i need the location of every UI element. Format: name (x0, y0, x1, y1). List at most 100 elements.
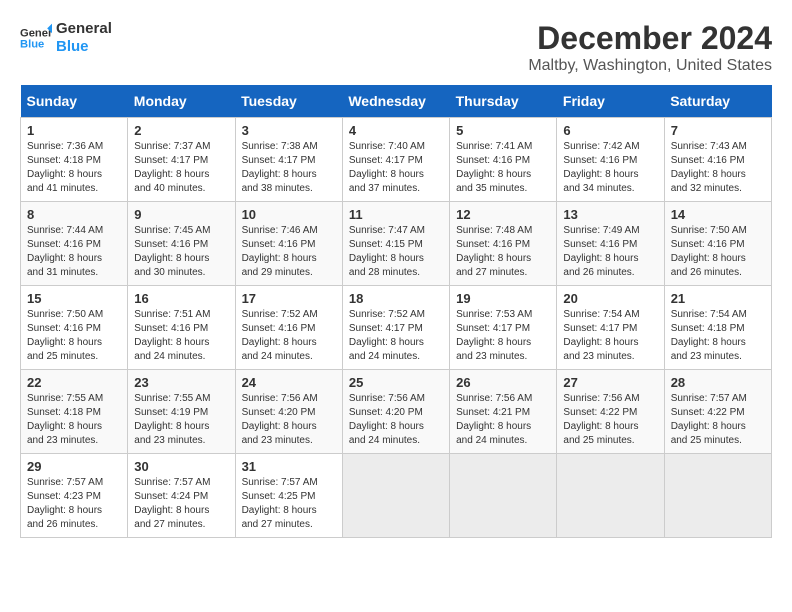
logo-icon: General Blue (20, 22, 52, 54)
day-info: Sunrise: 7:56 AM Sunset: 4:20 PM Dayligh… (349, 392, 443, 448)
day-info: Sunrise: 7:50 AM Sunset: 4:16 PM Dayligh… (671, 224, 765, 280)
calendar-cell (664, 454, 771, 538)
calendar-cell: 7 Sunrise: 7:43 AM Sunset: 4:16 PM Daylig… (664, 118, 771, 202)
weekday-header-sunday: Sunday (21, 85, 128, 118)
day-number: 15 (27, 291, 121, 306)
day-info: Sunrise: 7:57 AM Sunset: 4:22 PM Dayligh… (671, 392, 765, 448)
day-info: Sunrise: 7:54 AM Sunset: 4:18 PM Dayligh… (671, 308, 765, 364)
day-info: Sunrise: 7:50 AM Sunset: 4:16 PM Dayligh… (27, 308, 121, 364)
day-info: Sunrise: 7:55 AM Sunset: 4:19 PM Dayligh… (134, 392, 228, 448)
logo: General Blue General Blue (20, 20, 112, 56)
calendar-cell: 20 Sunrise: 7:54 AM Sunset: 4:17 PM Dayli… (557, 286, 664, 370)
day-number: 13 (563, 207, 657, 222)
day-number: 12 (456, 207, 550, 222)
calendar-cell: 19 Sunrise: 7:53 AM Sunset: 4:17 PM Dayli… (450, 286, 557, 370)
calendar-cell: 10 Sunrise: 7:46 AM Sunset: 4:16 PM Dayli… (235, 202, 342, 286)
day-number: 26 (456, 375, 550, 390)
calendar-table: SundayMondayTuesdayWednesdayThursdayFrid… (20, 85, 772, 538)
page-subtitle: Maltby, Washington, United States (528, 57, 772, 75)
weekday-header-tuesday: Tuesday (235, 85, 342, 118)
weekday-header-thursday: Thursday (450, 85, 557, 118)
day-info: Sunrise: 7:41 AM Sunset: 4:16 PM Dayligh… (456, 140, 550, 196)
calendar-cell: 8Sunrise: 7:44 AM Sunset: 4:16 PM Daylig… (21, 202, 128, 286)
day-info: Sunrise: 7:54 AM Sunset: 4:17 PM Dayligh… (563, 308, 657, 364)
day-info: Sunrise: 7:38 AM Sunset: 4:17 PM Dayligh… (242, 140, 336, 196)
day-number: 7 (671, 123, 765, 138)
day-info: Sunrise: 7:57 AM Sunset: 4:24 PM Dayligh… (134, 476, 228, 532)
day-number: 27 (563, 375, 657, 390)
day-info: Sunrise: 7:46 AM Sunset: 4:16 PM Dayligh… (242, 224, 336, 280)
title-area: December 2024 Maltby, Washington, United… (528, 20, 772, 75)
day-number: 10 (242, 207, 336, 222)
logo-blue: Blue (56, 38, 112, 56)
svg-text:Blue: Blue (20, 39, 44, 51)
day-info: Sunrise: 7:45 AM Sunset: 4:16 PM Dayligh… (134, 224, 228, 280)
calendar-week-2: 8Sunrise: 7:44 AM Sunset: 4:16 PM Daylig… (21, 202, 772, 286)
calendar-cell: 30 Sunrise: 7:57 AM Sunset: 4:24 PM Dayli… (128, 454, 235, 538)
day-number: 25 (349, 375, 443, 390)
day-info: Sunrise: 7:47 AM Sunset: 4:15 PM Dayligh… (349, 224, 443, 280)
calendar-cell: 14 Sunrise: 7:50 AM Sunset: 4:16 PM Dayli… (664, 202, 771, 286)
calendar-cell: 13Sunrise: 7:49 AM Sunset: 4:16 PM Dayli… (557, 202, 664, 286)
calendar-cell: 4Sunrise: 7:40 AM Sunset: 4:17 PM Daylig… (342, 118, 449, 202)
day-number: 6 (563, 123, 657, 138)
calendar-cell: 11 Sunrise: 7:47 AM Sunset: 4:15 PM Dayli… (342, 202, 449, 286)
day-number: 18 (349, 291, 443, 306)
calendar-cell: 27 Sunrise: 7:56 AM Sunset: 4:22 PM Dayli… (557, 370, 664, 454)
calendar-cell (342, 454, 449, 538)
day-info: Sunrise: 7:56 AM Sunset: 4:22 PM Dayligh… (563, 392, 657, 448)
calendar-cell (450, 454, 557, 538)
day-info: Sunrise: 7:36 AM Sunset: 4:18 PM Dayligh… (27, 140, 121, 196)
calendar-cell: 26 Sunrise: 7:56 AM Sunset: 4:21 PM Dayli… (450, 370, 557, 454)
day-number: 2 (134, 123, 228, 138)
day-info: Sunrise: 7:37 AM Sunset: 4:17 PM Dayligh… (134, 140, 228, 196)
day-number: 20 (563, 291, 657, 306)
calendar-cell: 31Sunrise: 7:57 AM Sunset: 4:25 PM Dayli… (235, 454, 342, 538)
calendar-cell: 3Sunrise: 7:38 AM Sunset: 4:17 PM Daylig… (235, 118, 342, 202)
day-number: 28 (671, 375, 765, 390)
calendar-cell: 12Sunrise: 7:48 AM Sunset: 4:16 PM Dayli… (450, 202, 557, 286)
calendar-week-1: 1 Sunrise: 7:36 AM Sunset: 4:18 PM Daylig… (21, 118, 772, 202)
calendar-cell: 15 Sunrise: 7:50 AM Sunset: 4:16 PM Dayli… (21, 286, 128, 370)
day-info: Sunrise: 7:55 AM Sunset: 4:18 PM Dayligh… (27, 392, 121, 448)
day-info: Sunrise: 7:56 AM Sunset: 4:21 PM Dayligh… (456, 392, 550, 448)
day-number: 16 (134, 291, 228, 306)
calendar-cell: 18Sunrise: 7:52 AM Sunset: 4:17 PM Dayli… (342, 286, 449, 370)
weekday-header-wednesday: Wednesday (342, 85, 449, 118)
day-number: 1 (27, 123, 121, 138)
logo-general: General (56, 20, 112, 38)
calendar-body: 1 Sunrise: 7:36 AM Sunset: 4:18 PM Daylig… (21, 118, 772, 538)
day-number: 24 (242, 375, 336, 390)
day-info: Sunrise: 7:56 AM Sunset: 4:20 PM Dayligh… (242, 392, 336, 448)
svg-text:General: General (20, 27, 52, 39)
calendar-cell: 1 Sunrise: 7:36 AM Sunset: 4:18 PM Daylig… (21, 118, 128, 202)
day-number: 30 (134, 459, 228, 474)
day-info: Sunrise: 7:42 AM Sunset: 4:16 PM Dayligh… (563, 140, 657, 196)
weekday-header-saturday: Saturday (664, 85, 771, 118)
day-number: 11 (349, 207, 443, 222)
calendar-cell (557, 454, 664, 538)
day-number: 9 (134, 207, 228, 222)
calendar-cell: 21Sunrise: 7:54 AM Sunset: 4:18 PM Dayli… (664, 286, 771, 370)
day-info: Sunrise: 7:51 AM Sunset: 4:16 PM Dayligh… (134, 308, 228, 364)
day-number: 8 (27, 207, 121, 222)
day-info: Sunrise: 7:57 AM Sunset: 4:23 PM Dayligh… (27, 476, 121, 532)
calendar-cell: 9 Sunrise: 7:45 AM Sunset: 4:16 PM Daylig… (128, 202, 235, 286)
calendar-cell: 25 Sunrise: 7:56 AM Sunset: 4:20 PM Dayli… (342, 370, 449, 454)
day-info: Sunrise: 7:43 AM Sunset: 4:16 PM Dayligh… (671, 140, 765, 196)
day-number: 4 (349, 123, 443, 138)
weekday-header-monday: Monday (128, 85, 235, 118)
calendar-cell: 28 Sunrise: 7:57 AM Sunset: 4:22 PM Dayli… (664, 370, 771, 454)
day-info: Sunrise: 7:53 AM Sunset: 4:17 PM Dayligh… (456, 308, 550, 364)
calendar-week-3: 15 Sunrise: 7:50 AM Sunset: 4:16 PM Dayli… (21, 286, 772, 370)
header: General Blue General Blue December 2024 … (20, 20, 772, 75)
day-number: 19 (456, 291, 550, 306)
weekday-header-row: SundayMondayTuesdayWednesdayThursdayFrid… (21, 85, 772, 118)
day-number: 14 (671, 207, 765, 222)
calendar-cell: 5Sunrise: 7:41 AM Sunset: 4:16 PM Daylig… (450, 118, 557, 202)
calendar-cell: 16 Sunrise: 7:51 AM Sunset: 4:16 PM Dayli… (128, 286, 235, 370)
calendar-week-5: 29Sunrise: 7:57 AM Sunset: 4:23 PM Dayli… (21, 454, 772, 538)
calendar-header: SundayMondayTuesdayWednesdayThursdayFrid… (21, 85, 772, 118)
day-number: 23 (134, 375, 228, 390)
calendar-cell: 24 Sunrise: 7:56 AM Sunset: 4:20 PM Dayli… (235, 370, 342, 454)
